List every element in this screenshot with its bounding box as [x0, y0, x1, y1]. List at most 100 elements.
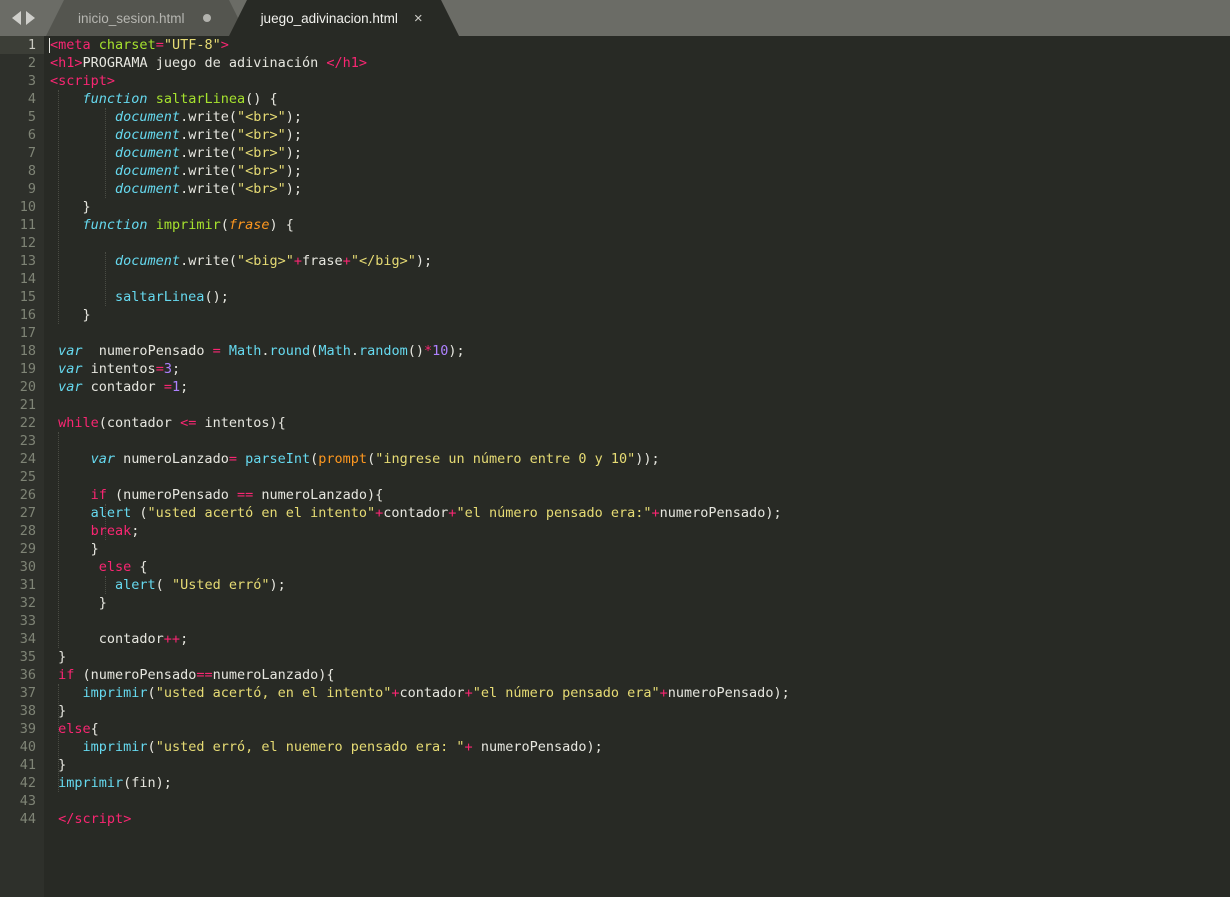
code-line[interactable]: 41 } — [0, 756, 1230, 774]
code-line[interactable]: 10 } — [0, 198, 1230, 216]
line-text[interactable]: } — [50, 306, 91, 324]
code-line[interactable]: 13 document.write("<big>"+frase+"</big>"… — [0, 252, 1230, 270]
code-line[interactable]: 7 document.write("<br>"); — [0, 144, 1230, 162]
code-line[interactable]: 28 break; — [0, 522, 1230, 540]
line-text[interactable]: <meta charset="UTF-8"> — [50, 36, 229, 54]
tab-body[interactable]: juego_adivinacion.html × — [246, 0, 441, 36]
code-editor[interactable]: 1 <meta charset="UTF-8"> 2 <h1>PROGRAMA jue… — [0, 36, 1230, 897]
code-line[interactable]: 33 — [0, 612, 1230, 630]
line-text[interactable]: else{ — [50, 720, 99, 738]
token-plain: contador — [82, 379, 164, 395]
line-text[interactable]: var contador =1; — [50, 378, 188, 396]
code-line[interactable]: 40 imprimir("usted erró, el nuemero pens… — [0, 738, 1230, 756]
tab-body[interactable]: inicio_sesion.html — [64, 0, 229, 36]
code-line[interactable]: 24 var numeroLanzado= parseInt(prompt("i… — [0, 450, 1230, 468]
token-punct: ); — [269, 577, 286, 593]
line-number: 4 — [27, 91, 36, 107]
line-text[interactable]: imprimir("usted erró, el nuemero pensado… — [50, 738, 603, 756]
code-line[interactable]: 29 } — [0, 540, 1230, 558]
code-line[interactable]: 44 </script> — [0, 810, 1230, 828]
line-text[interactable]: } — [50, 540, 99, 558]
nav-back-icon[interactable] — [11, 11, 21, 25]
code-line[interactable]: 8 document.write("<br>"); — [0, 162, 1230, 180]
line-text[interactable]: function saltarLinea() { — [50, 90, 278, 108]
code-line[interactable]: 18 var numeroPensado = Math.round(Math.r… — [0, 342, 1230, 360]
code-line[interactable]: 22 while(contador <= intentos){ — [0, 414, 1230, 432]
line-text[interactable]: if (numeroPensado==numeroLanzado){ — [50, 666, 334, 684]
code-line[interactable]: 39 else{ — [0, 720, 1230, 738]
line-text[interactable]: </script> — [50, 810, 131, 828]
line-text[interactable]: } — [50, 198, 91, 216]
code-content[interactable]: 1 <meta charset="UTF-8"> 2 <h1>PROGRAMA jue… — [0, 36, 1230, 828]
line-text[interactable]: contador++; — [50, 630, 188, 648]
code-line[interactable]: 9 document.write("<br>"); — [0, 180, 1230, 198]
line-text[interactable]: } — [50, 702, 66, 720]
tab-active-1[interactable]: juego_adivinacion.html × — [228, 0, 459, 36]
line-text[interactable]: alert ("usted acertó en el intento" + cont… — [50, 504, 782, 522]
line-text[interactable]: alert( "Usted erró"); — [50, 576, 286, 594]
line-text[interactable]: while(contador <= intentos){ — [50, 414, 286, 432]
line-text[interactable]: var numeroLanzado= parseInt(prompt("ingr… — [50, 450, 660, 468]
token-punct: ); — [285, 181, 303, 197]
code-line[interactable]: 11 function imprimir(frase) { — [0, 216, 1230, 234]
code-line[interactable]: 14 — [0, 270, 1230, 288]
code-line[interactable]: 23 — [0, 432, 1230, 450]
code-line[interactable]: 17 — [0, 324, 1230, 342]
line-text[interactable]: var numeroPensado = Math.round(Math.rand… — [50, 342, 465, 360]
line-text[interactable]: else { — [50, 558, 148, 576]
code-line[interactable]: 3 <script> — [0, 72, 1230, 90]
line-text[interactable]: } — [50, 756, 66, 774]
line-text[interactable]: } — [50, 594, 107, 612]
line-text[interactable]: <h1>PROGRAMA juego de adivinación </h1> — [50, 54, 367, 72]
line-text[interactable]: imprimir(fin); — [50, 774, 172, 792]
nav-forward-icon[interactable] — [25, 11, 35, 25]
line-text[interactable]: document.write("<big>"+frase+"</big>"); — [50, 252, 432, 270]
code-line[interactable]: 1 <meta charset="UTF-8"> — [0, 36, 1230, 54]
line-text[interactable]: } — [50, 648, 66, 666]
line-text[interactable]: function imprimir(frase) { — [50, 216, 294, 234]
line-text[interactable]: if (numeroPensado == numeroLanzado){ — [50, 486, 384, 504]
tab-close-icon[interactable]: × — [414, 11, 423, 26]
line-number: 2 — [27, 55, 36, 71]
code-line[interactable]: 5 document.write("<br>"); — [0, 108, 1230, 126]
code-line[interactable]: 15 saltarLinea(); — [0, 288, 1230, 306]
code-line[interactable]: 16 } — [0, 306, 1230, 324]
code-line[interactable]: 26 if (numeroPensado == numeroLanzado){ — [0, 486, 1230, 504]
code-line[interactable]: 32 } — [0, 594, 1230, 612]
tab-inactive-0[interactable]: inicio_sesion.html — [46, 0, 247, 36]
line-text[interactable]: var intentos=3; — [50, 360, 180, 378]
line-text[interactable]: saltarLinea(); — [50, 288, 229, 306]
line-text[interactable]: document.write("<br>"); — [50, 108, 302, 126]
tab-nav-arrows[interactable] — [0, 0, 46, 36]
code-line[interactable]: 42 imprimir(fin); — [0, 774, 1230, 792]
code-line[interactable]: 30 else { — [0, 558, 1230, 576]
code-line[interactable]: 4 function saltarLinea() { — [0, 90, 1230, 108]
code-line[interactable]: 38 } — [0, 702, 1230, 720]
code-line[interactable]: 36 if (numeroPensado==numeroLanzado){ — [0, 666, 1230, 684]
code-line[interactable]: 37 imprimir("usted acertó, en el intento… — [0, 684, 1230, 702]
tab-modified-indicator[interactable] — [202, 14, 211, 22]
code-line[interactable]: 21 — [0, 396, 1230, 414]
line-text[interactable]: <script> — [50, 72, 115, 90]
code-line[interactable]: 19 var intentos=3; — [0, 360, 1230, 378]
line-text[interactable]: document.write("<br>"); — [50, 180, 302, 198]
line-text[interactable]: document.write("<br>"); — [50, 144, 302, 162]
code-line[interactable]: 31 alert( "Usted erró"); — [0, 576, 1230, 594]
code-line[interactable]: 43 — [0, 792, 1230, 810]
code-line[interactable]: 25 — [0, 468, 1230, 486]
token-op: + — [293, 253, 303, 269]
line-text[interactable]: document.write("<br>"); — [50, 126, 302, 144]
code-line[interactable]: 2 <h1>PROGRAMA juego de adivinación </h1> — [0, 54, 1230, 72]
line-text[interactable]: imprimir("usted acertó, en el intento"+c… — [50, 684, 790, 702]
code-line[interactable]: 12 — [0, 234, 1230, 252]
code-line[interactable]: 27 alert ("usted acertó en el intento" + c… — [0, 504, 1230, 522]
code-line[interactable]: 6 document.write("<br>"); — [0, 126, 1230, 144]
line-text[interactable]: document.write("<br>"); — [50, 162, 302, 180]
token-obj: document — [115, 253, 181, 269]
code-line[interactable]: 34 contador++; — [0, 630, 1230, 648]
code-line[interactable]: 35 } — [0, 648, 1230, 666]
line-text[interactable]: break; — [50, 522, 140, 540]
token-punct: intentos){ — [196, 415, 286, 431]
code-line[interactable]: 20 var contador =1; — [0, 378, 1230, 396]
